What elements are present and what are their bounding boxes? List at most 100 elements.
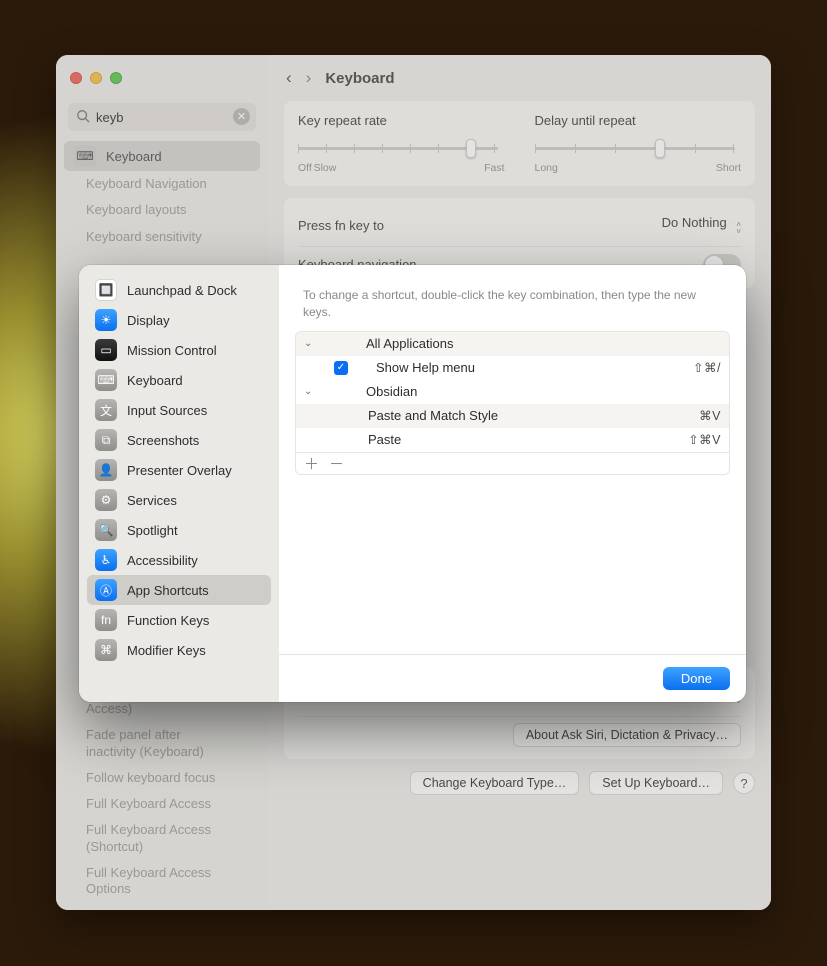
sidebar-item-label: Keyboard [106, 149, 162, 164]
accessibility-icon: ♿︎ [95, 549, 117, 571]
sidebar-search: ✕ [68, 103, 256, 131]
category-presenter-overlay[interactable]: 👤Presenter Overlay [87, 455, 271, 485]
group-label: All Applications [366, 336, 721, 351]
done-button[interactable]: Done [663, 667, 730, 690]
sidebar-sub[interactable]: Full Keyboard Access [64, 791, 239, 817]
sidebar-item-keyboard[interactable]: ⌨︎ Keyboard [64, 141, 260, 171]
search-input[interactable] [68, 103, 256, 131]
sidebar-sub[interactable]: Keyboard layouts [64, 197, 239, 223]
shortcuts-table: ⌄ All Applications ✓ Show Help menu ⇧⌘/ … [295, 331, 730, 475]
category-label: Mission Control [127, 343, 217, 358]
sidebar-sub[interactable]: Full Keyboard Access (Shortcut) [64, 817, 239, 860]
delay-repeat-slider[interactable] [535, 138, 735, 158]
function-keys-icon: fn [95, 609, 117, 631]
shortcut-keys[interactable]: ⇧⌘V [688, 432, 721, 447]
category-label: Function Keys [127, 613, 209, 628]
category-input-sources[interactable]: 文 Input Sources [87, 395, 271, 425]
category-label: Screenshots [127, 433, 199, 448]
shortcut-group-obsidian[interactable]: ⌄ Obsidian [296, 380, 729, 404]
shortcut-keys[interactable]: ⌘V [699, 408, 721, 423]
category-label: Keyboard [127, 373, 183, 388]
slider-label-short: Short [716, 162, 741, 174]
category-label: Input Sources [127, 403, 207, 418]
shortcut-keys[interactable]: ⇧⌘/ [693, 360, 721, 375]
screenshots-icon: ⧉ [95, 429, 117, 451]
sidebar-sub[interactable]: Full Keyboard Access Options [64, 860, 239, 903]
category-label: Spotlight [127, 523, 178, 538]
content-titlebar: ‹ › Keyboard [268, 55, 771, 101]
help-button[interactable]: ? [733, 772, 755, 794]
keyboard-shortcuts-sheet: 🔲 Launchpad & Dock ☀︎ Display ▭ Mission Con… [79, 265, 746, 702]
zoom-window-dot[interactable] [110, 72, 122, 84]
sheet-footer: Done [279, 654, 746, 702]
key-repeat-slider[interactable] [298, 138, 498, 158]
minimize-window-dot[interactable] [90, 72, 102, 84]
clear-search-icon[interactable]: ✕ [233, 108, 250, 125]
services-icon: ⚙︎ [95, 489, 117, 511]
mission-control-icon: ▭ [95, 339, 117, 361]
sidebar-sub[interactable]: Keyboard sensitivity [64, 224, 239, 250]
sidebar-sub[interactable]: Keyboard Navigation [64, 171, 239, 197]
window-controls [56, 55, 268, 101]
category-launchpad-dock[interactable]: 🔲 Launchpad & Dock [87, 275, 271, 305]
presenter-overlay-icon: 👤 [95, 459, 117, 481]
fn-key-label: Press fn key to [298, 218, 384, 233]
category-label: App Shortcuts [127, 583, 209, 598]
shortcut-row-paste[interactable]: Paste ⇧⌘V [296, 428, 729, 452]
delay-repeat-label: Delay until repeat [535, 113, 742, 128]
slider-label-fast: Fast [484, 162, 504, 174]
fn-key-select[interactable]: Do Nothing ˄˅ [662, 215, 741, 235]
sidebar-sub[interactable]: Follow keyboard focus [64, 765, 239, 791]
keyboard-icon: ⌨︎ [95, 369, 117, 391]
keyboard-icon: ⌨︎ [74, 145, 96, 167]
shortcut-label: Show Help menu [376, 360, 685, 375]
disclosure-triangle-icon[interactable]: ⌄ [304, 338, 316, 349]
setup-keyboard-button[interactable]: Set Up Keyboard… [589, 771, 723, 795]
shortcut-row-show-help[interactable]: ✓ Show Help menu ⇧⌘/ [296, 356, 729, 380]
group-label: Obsidian [366, 384, 721, 399]
category-services[interactable]: ⚙︎ Services [87, 485, 271, 515]
add-shortcut-button[interactable]: ＋ [304, 453, 319, 474]
category-display[interactable]: ☀︎ Display [87, 305, 271, 335]
modifier-keys-icon: ⌘ [95, 639, 117, 661]
category-label: Launchpad & Dock [127, 283, 237, 298]
keyboard-bottom-buttons: Change Keyboard Type… Set Up Keyboard… ? [284, 771, 755, 795]
about-privacy-button[interactable]: About Ask Siri, Dictation & Privacy… [513, 723, 741, 747]
nav-back-icon[interactable]: ‹ [286, 68, 292, 88]
close-window-dot[interactable] [70, 72, 82, 84]
shortcuts-hint-text: To change a shortcut, double-click the k… [295, 281, 730, 331]
category-app-shortcuts[interactable]: Ⓐ App Shortcuts [87, 575, 271, 605]
shortcut-label: Paste [368, 432, 680, 447]
slider-label-slow: Slow [314, 162, 337, 174]
input-sources-icon: 文 [95, 399, 117, 421]
shortcuts-add-remove-toolbar: ＋ － [296, 452, 729, 474]
page-title: Keyboard [325, 70, 394, 87]
category-label: Services [127, 493, 177, 508]
category-label: Accessibility [127, 553, 198, 568]
launchpad-icon: 🔲 [95, 279, 117, 301]
category-mission-control[interactable]: ▭ Mission Control [87, 335, 271, 365]
category-keyboard[interactable]: ⌨︎ Keyboard [87, 365, 271, 395]
app-shortcuts-icon: Ⓐ [95, 579, 117, 601]
shortcut-group-all-apps[interactable]: ⌄ All Applications [296, 332, 729, 356]
category-function-keys[interactable]: fn Function Keys [87, 605, 271, 635]
display-icon: ☀︎ [95, 309, 117, 331]
checkbox-checked-icon[interactable]: ✓ [334, 361, 348, 375]
shortcuts-category-list: 🔲 Launchpad & Dock ☀︎ Display ▭ Mission Con… [79, 265, 279, 702]
spotlight-icon: 🔍 [95, 519, 117, 541]
category-accessibility[interactable]: ♿︎ Accessibility [87, 545, 271, 575]
category-label: Display [127, 313, 170, 328]
shortcut-row-paste-match[interactable]: Paste and Match Style ⌘V [296, 404, 729, 428]
sidebar-sub[interactable]: Fade panel after inactivity (Keyboard) [64, 722, 239, 765]
category-screenshots[interactable]: ⧉ Screenshots [87, 425, 271, 455]
remove-shortcut-button[interactable]: － [329, 453, 344, 474]
search-icon [76, 109, 90, 126]
key-repeat-label: Key repeat rate [298, 113, 505, 128]
category-label: Modifier Keys [127, 643, 206, 658]
disclosure-triangle-icon[interactable]: ⌄ [304, 386, 316, 397]
slider-label-off: Off [298, 162, 312, 174]
category-spotlight[interactable]: 🔍 Spotlight [87, 515, 271, 545]
change-keyboard-type-button[interactable]: Change Keyboard Type… [410, 771, 580, 795]
nav-forward-icon[interactable]: › [306, 68, 312, 88]
category-modifier-keys[interactable]: ⌘ Modifier Keys [87, 635, 271, 665]
